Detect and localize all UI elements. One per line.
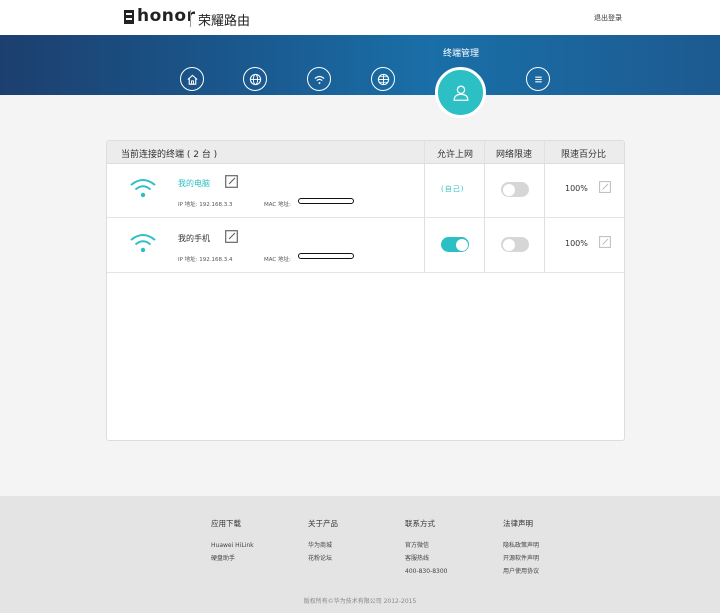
footer-heading: 关于产品: [308, 519, 338, 528]
huawei-logo-icon: [124, 10, 134, 24]
footer-heading: 联系方式: [405, 519, 435, 528]
nav-network-button[interactable]: [371, 67, 395, 91]
honor-logo: honor: [137, 6, 196, 26]
connected-devices-title: 当前连接的终端 ( 2 台 ): [121, 150, 218, 160]
globe-icon: [249, 73, 261, 85]
footer-col-download: 应用下载 Huawei HiLink 硬盘助手: [211, 518, 254, 565]
footer-col-contact: 联系方式 官方微信 客服热线 400-830-8300: [405, 518, 448, 578]
logout-link[interactable]: 退出登录: [594, 13, 622, 23]
table-header: 当前连接的终端 ( 2 台 ) 允许上网 网络限速 限速百分比: [107, 141, 624, 164]
active-nav-label: 终端管理: [442, 49, 479, 59]
wifi-signal-icon: [130, 179, 156, 198]
edit-name-icon[interactable]: [225, 230, 238, 243]
edit-percent-icon[interactable]: [599, 181, 611, 193]
device-panel: 当前连接的终端 ( 2 台 ) 允许上网 网络限速 限速百分比 我的电脑 IP …: [106, 140, 625, 441]
footer-link[interactable]: Huawei HiLink: [211, 539, 254, 552]
col-limit-percent: 限速百分比: [561, 150, 607, 160]
footer-link[interactable]: 隐私政策声明: [503, 539, 539, 552]
footer-hotline: 400-830-8300: [405, 568, 448, 575]
nav-wifi-button[interactable]: [307, 67, 331, 91]
device-mac-label: MAC 地址:: [264, 202, 291, 208]
limit-percent: 100%: [565, 184, 588, 193]
footer-col-legal: 法律声明 隐私政策声明 开源软件声明 用户使用协议: [503, 518, 539, 578]
edit-name-icon[interactable]: [225, 175, 238, 188]
speed-limit-toggle[interactable]: [501, 237, 529, 252]
self-device-badge: (自己): [441, 185, 465, 193]
footer-link[interactable]: 官方微信: [405, 539, 448, 552]
footer: 应用下载 Huawei HiLink 硬盘助手 关于产品 华为商城 花粉论坛 联…: [0, 496, 720, 613]
footer-link[interactable]: 硬盘助手: [211, 552, 254, 565]
edit-percent-icon[interactable]: [599, 236, 611, 248]
toggle-knob: [502, 238, 515, 251]
footer-heading: 应用下载: [211, 519, 241, 528]
limit-percent: 100%: [565, 239, 588, 248]
footer-link[interactable]: 花粉论坛: [308, 552, 338, 565]
nav-internet-button[interactable]: [243, 67, 267, 91]
globe-settings-icon: [377, 73, 389, 85]
nav-more-button[interactable]: [526, 67, 550, 91]
footer-col-about: 关于产品 华为商城 花粉论坛: [308, 518, 338, 565]
toggle-knob: [455, 238, 468, 251]
copyright: 版权所有©华为技术有限公司 2012-2015: [303, 598, 417, 605]
device-name: 我的电脑: [178, 179, 210, 188]
nav-home-button[interactable]: [180, 67, 204, 91]
footer-heading: 法律声明: [503, 519, 533, 528]
device-name: 我的手机: [178, 234, 210, 243]
footer-link[interactable]: 华为商城: [308, 539, 338, 552]
footer-link[interactable]: 开源软件声明: [503, 552, 539, 565]
wifi-signal-icon: [130, 234, 156, 253]
logo-divider: [190, 10, 191, 27]
menu-icon: [534, 76, 542, 82]
device-ip: IP 地址: 192.168.3.3: [178, 202, 233, 208]
allow-internet-toggle[interactable]: [441, 237, 469, 252]
home-icon: [186, 74, 198, 85]
wifi-icon: [313, 75, 325, 84]
col-allow-internet: 允许上网: [437, 150, 474, 160]
table-row: 我的手机 IP 地址: 192.168.3.4 MAC 地址: 100%: [107, 218, 624, 273]
nav-device-button[interactable]: [435, 67, 486, 118]
footer-link[interactable]: 客服热线: [405, 552, 448, 565]
brand-title: 荣耀路由: [198, 14, 251, 29]
user-icon: [453, 85, 468, 101]
nav-banner: [0, 35, 720, 95]
device-mac-label: MAC 地址:: [264, 257, 291, 263]
speed-limit-toggle[interactable]: [501, 182, 529, 197]
toggle-knob: [502, 183, 515, 196]
top-bar: honor 荣耀路由 退出登录: [0, 0, 720, 35]
table-row: 我的电脑 IP 地址: 192.168.3.3 MAC 地址: (自己) 100…: [107, 163, 624, 218]
mac-redacted: [298, 253, 354, 259]
device-ip: IP 地址: 192.168.3.4: [178, 257, 233, 263]
col-speed-limit: 网络限速: [496, 150, 533, 160]
mac-redacted: [298, 198, 354, 204]
footer-link[interactable]: 用户使用协议: [503, 565, 539, 578]
